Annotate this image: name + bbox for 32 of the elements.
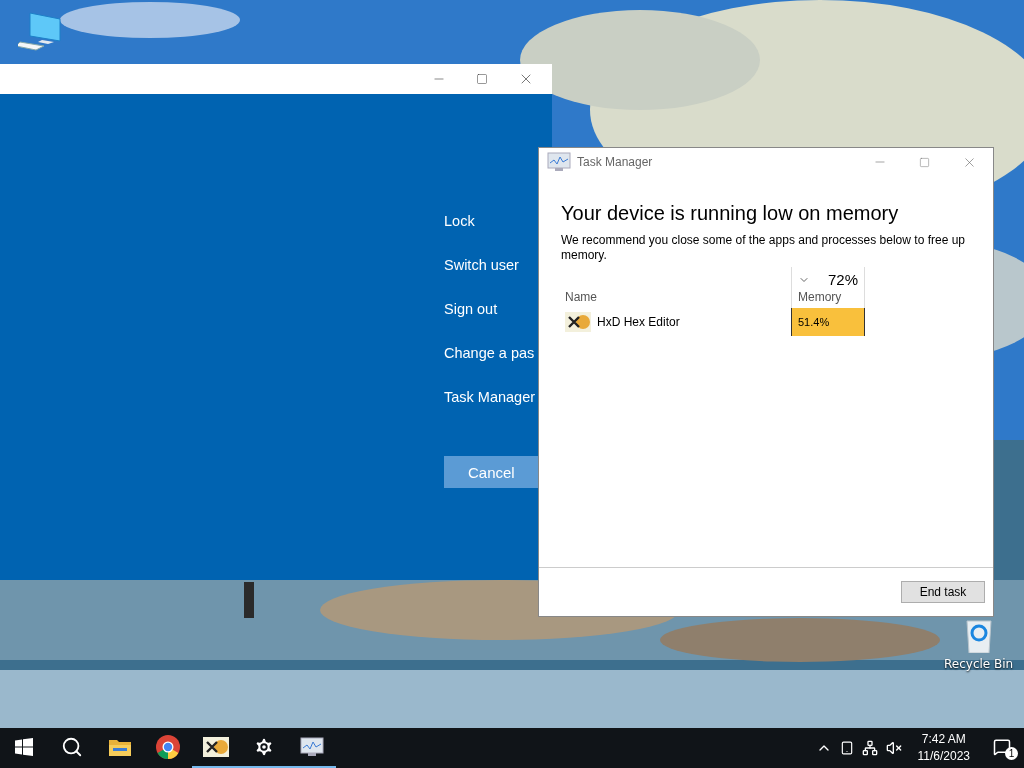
notifications-icon[interactable] [993,737,1011,756]
dialog-heading: Your device is running low on memory [561,202,900,225]
security-option[interactable]: Sign out [444,300,498,318]
process-name[interactable]: HxD Hex Editor [597,315,680,329]
monitor-icon [300,737,324,757]
folder-icon [109,738,131,756]
window-title: Task Manager [577,155,653,169]
computer-icon[interactable] [18,12,62,52]
security-option[interactable]: Lock [444,212,475,230]
security-option[interactable]: Change a pas [444,344,535,362]
security-option[interactable]: Switch user [444,256,519,274]
volume-muted-icon[interactable] [885,740,902,756]
memory-cell: 51.4% [791,308,865,336]
browser-icon [156,735,180,759]
notification-badge: 1 [1005,747,1018,760]
network-icon[interactable] [861,740,878,756]
monitor-icon [547,152,571,172]
security-option[interactable]: Task Manager [444,388,536,406]
memory-total: 72% [827,271,858,288]
hex-editor-icon [203,737,229,757]
windows-logo-icon [15,738,33,756]
end-task-button[interactable]: End task [901,581,985,603]
clock[interactable]: 7:42 AM 11/6/2023 [917,731,970,765]
tablet-icon[interactable] [839,741,854,755]
column-header[interactable]: Memory [798,290,858,304]
column-header[interactable]: Name [565,290,597,304]
dialog-message: We recommend you close some of the apps and processes below to free up memory. [561,233,966,263]
desktop-icon-label[interactable]: Recycle Bin [944,657,1014,671]
search-icon [61,736,83,758]
settings-icon [253,736,275,758]
hex-editor-icon [565,312,591,332]
maximize-icon[interactable] [476,73,488,85]
